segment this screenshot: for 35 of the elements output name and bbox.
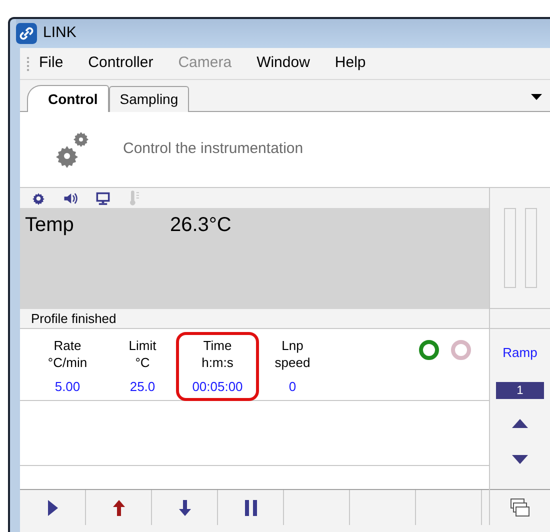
temperature-value: 26.3°C: [170, 213, 232, 238]
down-triangle-icon[interactable]: [512, 454, 528, 464]
column-unit: °C/min: [48, 354, 88, 371]
menu-item[interactable]: Window: [256, 52, 310, 75]
up-triangle-icon[interactable]: [512, 418, 528, 428]
windows-icon[interactable]: [510, 498, 530, 518]
column-title: Rate: [54, 337, 82, 354]
header-text: Control the instrumentation: [123, 139, 304, 160]
ramp-label: Ramp: [502, 344, 538, 362]
column-title: Lnp: [282, 337, 304, 354]
down-arrow-icon: [178, 500, 190, 516]
status-text: Profile finished: [31, 310, 116, 328]
column-unit: speed: [274, 354, 310, 371]
gears-icon: [55, 130, 91, 170]
ramp-number: 1: [496, 382, 544, 398]
tab[interactable]: Sampling: [108, 86, 190, 112]
menu-item[interactable]: Controller: [88, 52, 154, 75]
window-title: LINK: [43, 23, 76, 44]
column-value: 5.00: [54, 378, 80, 395]
column-value: 0: [288, 378, 296, 395]
column-title: Time: [203, 337, 232, 354]
column-unit: °C: [135, 354, 150, 371]
menu-item[interactable]: File: [39, 52, 64, 75]
column-value: 25.0: [130, 378, 156, 395]
column-title: Limit: [128, 337, 156, 354]
temperature-label: Temp: [25, 213, 75, 238]
menu-item[interactable]: Help: [334, 52, 366, 75]
column-value: 00:05:00: [192, 378, 243, 395]
pause-icon: [244, 500, 256, 516]
up-arrow-icon: [112, 500, 124, 516]
chain-link-icon: [16, 23, 37, 44]
column-unit: h:m:s: [202, 354, 234, 371]
dropdown-caret-icon[interactable]: [531, 94, 542, 100]
play-icon: [48, 500, 58, 516]
tab[interactable]: Control: [27, 85, 109, 112]
